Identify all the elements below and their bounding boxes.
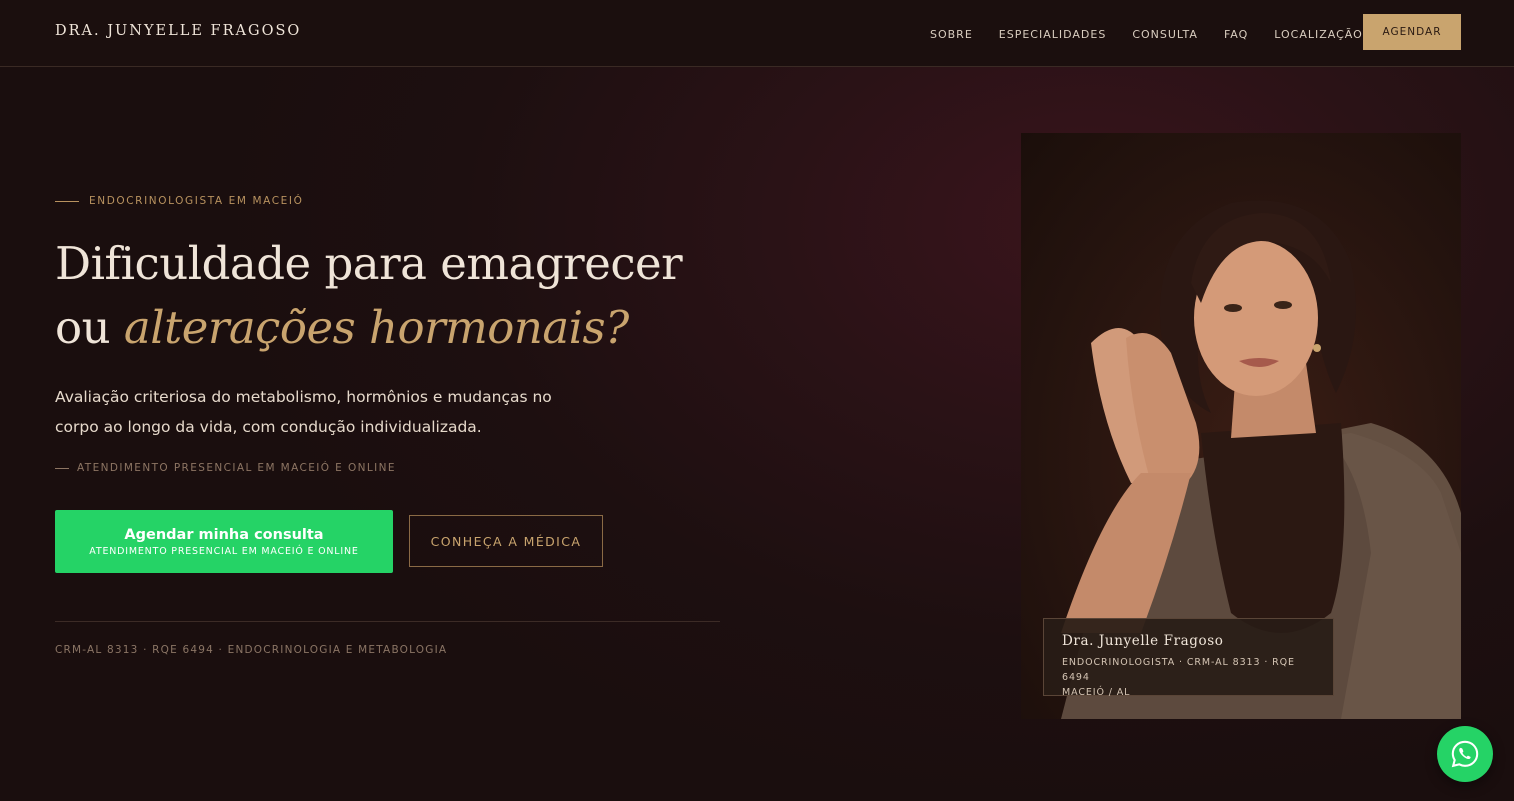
- schedule-button-title: Agendar minha consulta: [124, 526, 324, 543]
- brand-logo[interactable]: DRA. JUNYELLE FRAGOSO: [55, 23, 301, 39]
- portrait-caption: Dra. Junyelle Fragoso ENDOCRINOLOGISTA ·…: [1043, 618, 1334, 698]
- schedule-button-subtitle: ATENDIMENTO PRESENCIAL EM MACEIÓ E ONLIN…: [89, 545, 359, 557]
- whatsapp-button[interactable]: [1437, 726, 1493, 782]
- eyebrow-divider: [55, 200, 79, 202]
- caption-name: Dra. Junyelle Fragoso: [1062, 633, 1224, 649]
- nav-especialidades[interactable]: ESPECIALIDADES: [999, 28, 1107, 41]
- subnote-text: ATENDIMENTO PRESENCIAL EM MACEIÓ E ONLIN…: [77, 462, 396, 474]
- site-header: DRA. JUNYELLE FRAGOSO SOBRE ESPECIALIDAD…: [0, 0, 1514, 67]
- eyebrow-text: ENDOCRINOLOGISTA EM MACEIÓ: [89, 195, 304, 207]
- subnote-divider: [55, 467, 69, 469]
- nav-consulta[interactable]: CONSULTA: [1132, 28, 1198, 41]
- hero-subnote: ATENDIMENTO PRESENCIAL EM MACEIÓ E ONLIN…: [55, 462, 396, 474]
- hero-eyebrow: ENDOCRINOLOGISTA EM MACEIÓ: [55, 195, 303, 207]
- agendar-button[interactable]: AGENDAR: [1363, 14, 1461, 50]
- caption-line2: MACEIÓ / AL: [1062, 687, 1131, 698]
- headline-accent: alterações hormonais?: [123, 301, 629, 354]
- caption-details: ENDOCRINOLOGISTA · CRM-AL 8313 · RQE 649…: [1062, 655, 1315, 700]
- hero-lead: Avaliação criteriosa do metabolismo, hor…: [55, 388, 552, 436]
- credentials-text: CRM-AL 8313 · RQE 6494 · ENDOCRINOLOGIA …: [55, 644, 448, 656]
- headline-line2-prefix: ou: [55, 301, 124, 354]
- hero-divider: [55, 621, 720, 622]
- nav-faq[interactable]: FAQ: [1224, 28, 1248, 41]
- hero-headline: Dificuldade para emagrecer ou alterações…: [55, 232, 775, 360]
- whatsapp-icon: [1451, 740, 1479, 768]
- nav-localizacao[interactable]: LOCALIZAÇÃO: [1274, 28, 1363, 41]
- headline-line1: Dificuldade para emagrecer: [55, 237, 683, 290]
- nav-sobre[interactable]: SOBRE: [930, 28, 973, 41]
- caption-line1: ENDOCRINOLOGISTA · CRM-AL 8313 · RQE 649…: [1062, 657, 1295, 683]
- meet-doctor-button[interactable]: CONHEÇA A MÉDICA: [409, 515, 603, 567]
- schedule-consultation-button[interactable]: Agendar minha consulta ATENDIMENTO PRESE…: [55, 510, 393, 573]
- main-nav: SOBRE ESPECIALIDADES CONSULTA FAQ LOCALI…: [930, 28, 1389, 41]
